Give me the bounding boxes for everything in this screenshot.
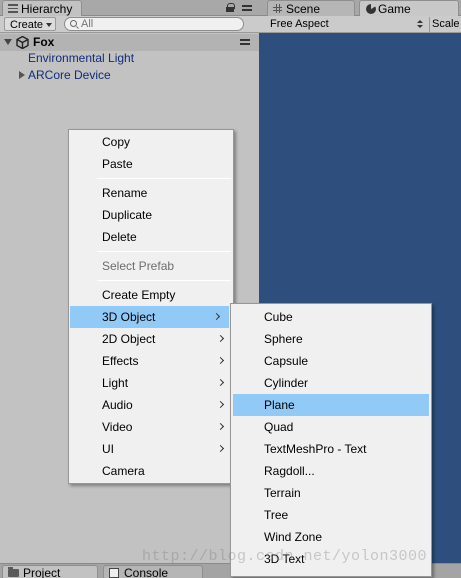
game-icon <box>366 4 376 14</box>
submenu-item-3d-text[interactable]: 3D Text <box>231 548 431 570</box>
tab-console[interactable]: Console <box>103 565 203 578</box>
tab-scene[interactable]: Scene <box>267 0 355 16</box>
menu-item-camera[interactable]: Camera <box>69 460 233 482</box>
tab-hierarchy[interactable]: Hierarchy <box>2 0 82 16</box>
scene-row[interactable]: Fox <box>0 34 259 51</box>
unity-scene-icon <box>16 36 29 49</box>
chevron-right-icon <box>216 422 225 431</box>
submenu-item-sphere[interactable]: Sphere <box>231 328 431 350</box>
hierarchy-toolbar: Create <box>0 16 259 33</box>
submenu-item-cylinder[interactable]: Cylinder <box>231 372 431 394</box>
menu-item-label: UI <box>102 442 114 456</box>
chevron-right-icon <box>212 312 221 321</box>
tab-project-label: Project <box>23 566 61 578</box>
chevron-right-icon <box>216 378 225 387</box>
submenu-item-textmeshpro-text[interactable]: TextMeshPro - Text <box>231 438 431 460</box>
panel-menu-icon[interactable] <box>242 5 252 13</box>
hierarchy-icon <box>8 4 18 13</box>
aspect-label: Free Aspect <box>270 18 329 30</box>
game-toolbar: Free Aspect Scale <box>259 16 461 33</box>
collapse-arrow-icon[interactable] <box>19 71 25 79</box>
submenu-item-plane[interactable]: Plane <box>233 394 429 416</box>
menu-item-duplicate[interactable]: Duplicate <box>69 204 233 226</box>
menu-item-effects[interactable]: Effects <box>69 350 233 372</box>
submenu-item-wind-zone[interactable]: Wind Zone <box>231 526 431 548</box>
menu-separator <box>97 280 231 281</box>
search-box[interactable] <box>64 17 244 31</box>
hierarchy-item-environmental-light[interactable]: Environmental Light <box>28 51 134 66</box>
scene-name: Fox <box>33 35 55 49</box>
menu-item-audio[interactable]: Audio <box>69 394 233 416</box>
tab-project[interactable]: Project <box>2 565 98 578</box>
tab-hierarchy-label: Hierarchy <box>21 2 73 16</box>
grid-icon <box>273 4 282 13</box>
scale-label: Scale <box>429 17 461 32</box>
hierarchy-item-arcore-device[interactable]: ARCore Device <box>28 68 111 83</box>
menu-item-delete[interactable]: Delete <box>69 226 233 248</box>
tab-console-label: Console <box>124 566 169 578</box>
menu-item-label: 3D Object <box>102 310 156 324</box>
menu-item-paste[interactable]: Paste <box>69 153 233 175</box>
submenu-item-cube[interactable]: Cube <box>231 306 431 328</box>
menu-item-rename[interactable]: Rename <box>69 182 233 204</box>
submenu-item-ragdoll[interactable]: Ragdoll... <box>231 460 431 482</box>
menu-separator <box>97 178 231 179</box>
submenu-item-terrain[interactable]: Terrain <box>231 482 431 504</box>
search-icon <box>70 20 77 27</box>
chevron-right-icon <box>216 334 225 343</box>
scene-menu-icon[interactable] <box>240 39 250 47</box>
create-dropdown[interactable]: Create <box>4 17 56 31</box>
folder-icon <box>8 567 19 577</box>
create-label: Create <box>10 19 44 31</box>
menu-item-2d-object[interactable]: 2D Object <box>69 328 233 350</box>
submenu-item-tree[interactable]: Tree <box>231 504 431 526</box>
caret-down-icon <box>46 23 52 27</box>
lock-icon[interactable] <box>226 3 235 12</box>
menu-item-label: Effects <box>102 354 139 368</box>
menu-item-3d-object[interactable]: 3D Object <box>70 306 229 328</box>
aspect-dropdown[interactable]: Free Aspect <box>266 17 427 32</box>
menu-item-label: Video <box>102 420 133 434</box>
menu-item-create-empty[interactable]: Create Empty <box>69 284 233 306</box>
submenu-3d-object: Cube Sphere Capsule Cylinder Plane Quad … <box>230 303 432 577</box>
hierarchy-tab-bar: Hierarchy <box>0 0 259 16</box>
menu-item-label: Light <box>102 376 129 390</box>
chevron-right-icon <box>216 444 225 453</box>
context-menu: Copy Paste Rename Duplicate Delete Selec… <box>68 129 234 484</box>
menu-item-select-prefab: Select Prefab <box>102 259 175 273</box>
tab-game-label: Game <box>378 2 411 16</box>
tab-game[interactable]: Game <box>359 0 459 16</box>
chevron-right-icon <box>216 400 225 409</box>
menu-separator <box>97 251 231 252</box>
submenu-item-capsule[interactable]: Capsule <box>231 350 431 372</box>
console-icon <box>109 568 119 578</box>
menu-item-light[interactable]: Light <box>69 372 233 394</box>
menu-item-label: Audio <box>102 398 133 412</box>
submenu-item-quad[interactable]: Quad <box>231 416 431 438</box>
menu-item-ui[interactable]: UI <box>69 438 233 460</box>
menu-item-copy[interactable]: Copy <box>69 131 233 153</box>
view-tab-bar: Scene Game <box>259 0 461 16</box>
menu-item-label: 2D Object <box>102 332 156 346</box>
search-input[interactable] <box>81 18 231 30</box>
chevron-right-icon <box>216 356 225 365</box>
tab-scene-label: Scene <box>286 2 321 16</box>
expand-arrow-icon[interactable] <box>4 39 12 45</box>
updown-arrows-icon <box>417 20 423 29</box>
menu-item-video[interactable]: Video <box>69 416 233 438</box>
